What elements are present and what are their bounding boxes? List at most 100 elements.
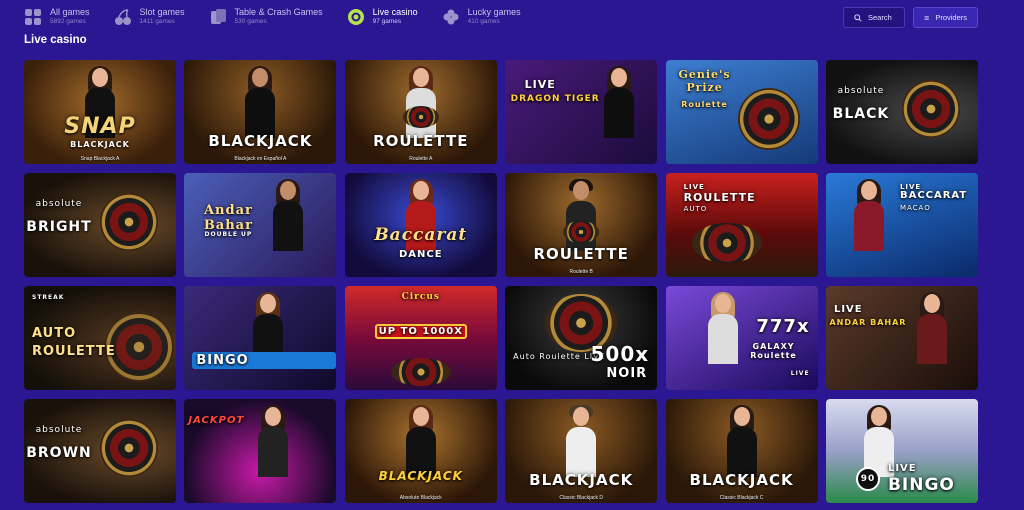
- tile-caption: Absolute Blackjack: [399, 495, 442, 501]
- section-title: Live casino: [24, 34, 87, 46]
- tile-subtitle: BACCARAT: [899, 190, 968, 201]
- cards-icon: [209, 8, 227, 26]
- game-tile[interactable]: BLACKJACK Blackjack en Español A: [184, 60, 337, 164]
- game-tile[interactable]: LIVE BINGO 90: [825, 399, 978, 503]
- game-tile[interactable]: BLACKJACK Absolute Blackjack: [344, 399, 497, 503]
- search-button[interactable]: Search: [843, 7, 905, 28]
- cherries-icon: [114, 8, 132, 26]
- tile-caption: AUTO: [683, 205, 708, 213]
- game-tile[interactable]: BLACKJACK Classic Blackjack D: [505, 399, 658, 503]
- category-label: All games: [50, 6, 90, 17]
- category-all-games[interactable]: All games 5892 games: [0, 0, 90, 34]
- top-actions: Search Providers: [843, 7, 978, 28]
- game-tile[interactable]: ROULETTE Roulette A: [344, 60, 497, 164]
- tile-logo: Andar Bahar: [203, 203, 253, 233]
- tile-logo: 777x: [756, 316, 810, 337]
- tile-logo: ROULETTE: [373, 132, 469, 150]
- tile-subtitle: ROULETTE: [683, 191, 756, 204]
- tile-caption: Classic Blackjack D: [559, 495, 603, 501]
- tile-logo: LIVE: [887, 463, 917, 474]
- tile-subtitle: BROWN: [26, 445, 92, 461]
- category-count: 530 games: [234, 18, 267, 26]
- tile-subtitle: BRIGHT: [26, 219, 92, 235]
- game-grid: SNAP BLACKJACK Snap Blackjack A BLACKJAC…: [24, 60, 978, 503]
- game-tile[interactable]: Genie's Prize Roulette: [665, 60, 818, 164]
- game-tile[interactable]: ROULETTE Roulette B: [505, 173, 658, 277]
- providers-button[interactable]: Providers: [913, 7, 978, 28]
- tile-subtitle: DRAGON TIGER: [510, 94, 600, 104]
- category-lucky-games[interactable]: Lucky games 410 games: [418, 0, 521, 34]
- game-tile[interactable]: absolute BLACK: [825, 60, 978, 164]
- tile-subtitle: ANDAR BAHAR: [829, 318, 907, 327]
- tile-logo: BINGO: [192, 352, 337, 369]
- game-tile[interactable]: Auto Roulette LIVE 500x NOIR: [505, 286, 658, 390]
- game-tile[interactable]: LIVE ANDAR BAHAR: [825, 286, 978, 390]
- tile-subtitle: BINGO: [887, 475, 955, 495]
- game-tile[interactable]: SNAP BLACKJACK Snap Blackjack A: [24, 60, 176, 164]
- tile-logo: Baccarat: [374, 225, 468, 245]
- tile-caption: STREAK: [32, 294, 65, 301]
- tile-logo: LIVE: [683, 183, 705, 191]
- tile-subtitle: DANCE: [398, 249, 443, 260]
- tile-logo: ROULETTE: [533, 245, 629, 263]
- tile-subtitle: NOIR: [606, 366, 648, 381]
- category-label: Live casino: [372, 6, 418, 17]
- tile-logo: absolute: [35, 199, 83, 209]
- tile-caption: Roulette A: [409, 156, 433, 162]
- tile-logo: 500x: [590, 342, 650, 366]
- tile-subtitle: Roulette: [681, 100, 728, 109]
- list-icon: [924, 15, 929, 20]
- tile-logo: BLACKJACK: [378, 469, 463, 483]
- live-chip-icon: [347, 8, 365, 26]
- category-count: 410 games: [467, 18, 500, 26]
- tile-logo: JACKPOT: [188, 415, 245, 426]
- tile-logo: Genie's Prize: [678, 68, 731, 94]
- category-live-casino[interactable]: Live casino 97 games: [323, 0, 418, 34]
- tile-caption: LIVE: [790, 370, 810, 377]
- game-tile[interactable]: BINGO: [184, 286, 337, 390]
- game-tile[interactable]: JACKPOT: [184, 399, 337, 503]
- tile-logo: LIVE: [524, 78, 556, 91]
- category-count: 1411 games: [139, 18, 175, 26]
- tile-caption: Roulette B: [569, 269, 593, 275]
- game-tile[interactable]: Circus UP TO 1000X: [344, 286, 497, 390]
- game-tile[interactable]: absolute BROWN: [24, 399, 176, 503]
- game-tile[interactable]: BLACKJACK Classic Blackjack C: [665, 399, 818, 503]
- tile-subtitle: UP TO 1000X: [374, 324, 467, 339]
- tile-caption: Snap Blackjack A: [80, 156, 120, 162]
- tile-logo: Circus: [401, 292, 440, 302]
- tile-caption: Classic Blackjack C: [719, 495, 764, 501]
- game-tile[interactable]: Andar Bahar DOUBLE UP: [184, 173, 337, 277]
- tile-logo: LIVE: [833, 304, 863, 315]
- category-label: Slot games: [139, 6, 185, 17]
- tile-subtitle: ROULETTE: [32, 344, 116, 359]
- search-label: Search: [868, 13, 892, 22]
- game-tile[interactable]: LIVE ROULETTE AUTO: [665, 173, 818, 277]
- game-tile[interactable]: absolute BRIGHT: [24, 173, 176, 277]
- game-tile[interactable]: LIVE DRAGON TIGER: [505, 60, 658, 164]
- search-icon: [854, 13, 862, 22]
- tile-caption: MACAO: [899, 204, 931, 212]
- category-table-crash-games[interactable]: Table & Crash Games 530 games: [185, 0, 323, 34]
- category-label: Table & Crash Games: [234, 6, 323, 17]
- category-count: 5892 games: [50, 18, 86, 26]
- tile-logo: absolute: [837, 86, 885, 96]
- category-slot-games[interactable]: Slot games 1411 games: [90, 0, 185, 34]
- grid-icon: [24, 8, 42, 26]
- tile-logo: AUTO: [32, 326, 77, 341]
- tile-subtitle: BLACKJACK: [70, 140, 130, 149]
- tile-logo: SNAP: [64, 114, 136, 139]
- tile-subtitle: GALAXY Roulette: [750, 342, 797, 360]
- tile-logo: BLACKJACK: [529, 471, 634, 489]
- tile-subtitle: BLACK: [832, 106, 890, 122]
- tile-caption: Blackjack en Español A: [234, 156, 287, 162]
- game-tile[interactable]: 777x GALAXY Roulette LIVE: [665, 286, 818, 390]
- tile-subtitle: DOUBLE UP: [204, 231, 253, 238]
- tile-logo: absolute: [35, 425, 83, 435]
- tile-caption: 90: [855, 467, 880, 491]
- game-tile[interactable]: LIVE BACCARAT MACAO: [825, 173, 978, 277]
- clover-icon: [442, 8, 460, 26]
- game-tile[interactable]: STREAK AUTO ROULETTE: [24, 286, 176, 390]
- tile-logo: BLACKJACK: [689, 471, 794, 489]
- game-tile[interactable]: Baccarat DANCE: [344, 173, 497, 277]
